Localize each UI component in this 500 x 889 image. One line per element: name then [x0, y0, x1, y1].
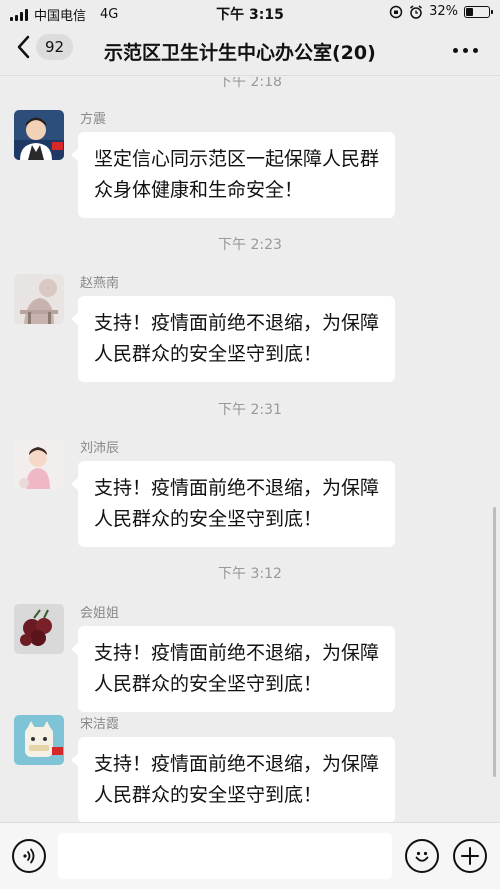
- message-text-line: 支持！疫情面前绝不退缩，为保障: [94, 477, 380, 499]
- timestamp: 下午 2:18: [218, 77, 282, 90]
- message-text-line: 人民群众的安全坚守到底！: [94, 343, 323, 365]
- chat-area[interactable]: 下午 2:18 方震 坚定信心同示范区一起保障人民群 众身体健康和生命安全！ 下…: [0, 77, 500, 822]
- message-text-line: 支持！疫情面前绝不退缩，为保障: [94, 753, 380, 775]
- back-button[interactable]: 92: [16, 34, 74, 60]
- sender-name: 会姐姐: [80, 606, 120, 621]
- sender-name: 方震: [80, 112, 107, 127]
- timestamp: 下午 2:31: [218, 402, 282, 418]
- message-text-line: 支持！疫情面前绝不退缩，为保障: [94, 642, 380, 664]
- chat-header: 92 示范区卫生计生中心办公室(20): [0, 26, 500, 76]
- orientation-lock-icon: [389, 5, 403, 18]
- emoji-icon: [415, 851, 429, 862]
- chat-title: 示范区卫生计生中心办公室(20): [104, 42, 376, 64]
- status-right: 32%: [389, 4, 493, 19]
- message-text-line: 坚定信心同示范区一起保障人民群: [94, 148, 380, 170]
- input-bar: [0, 822, 500, 889]
- message-text-line: 众身体健康和生命安全！: [94, 179, 304, 201]
- message-bubble[interactable]: 支持！疫情面前绝不退缩，为保障 人民群众的安全坚守到底！: [70, 737, 396, 822]
- alarm-icon: [410, 4, 423, 19]
- message-text-line: 人民群众的安全坚守到底！: [94, 508, 323, 530]
- sender-name: 宋洁霞: [80, 717, 120, 732]
- timestamp: 下午 2:23: [218, 237, 282, 253]
- message-bubble[interactable]: 支持！疫情面前绝不退缩，为保障 人民群众的安全坚守到底！: [70, 461, 396, 547]
- voice-icon: [23, 848, 35, 864]
- avatar[interactable]: [14, 715, 64, 765]
- avatar[interactable]: [14, 604, 64, 654]
- status-bar: 中国电信 4G 下午 3:15 32%: [0, 0, 500, 26]
- message-text-line: 人民群众的安全坚守到底！: [94, 673, 323, 695]
- message-bubble[interactable]: 支持！疫情面前绝不退缩，为保障 人民群众的安全坚守到底！: [70, 626, 396, 712]
- message-bubble[interactable]: 支持！疫情面前绝不退缩，为保障 人民群众的安全坚守到底！: [70, 296, 396, 382]
- battery-percent: 32%: [429, 4, 458, 19]
- chevron-left-icon: [17, 35, 30, 59]
- avatar[interactable]: [14, 110, 64, 160]
- scrollbar[interactable]: [493, 507, 496, 777]
- sender-name: 赵燕南: [80, 276, 120, 291]
- message-text-line: 支持！疫情面前绝不退缩，为保障: [94, 312, 380, 334]
- message-input[interactable]: [58, 833, 392, 879]
- battery-icon: [464, 5, 493, 18]
- more-dot: [463, 47, 468, 53]
- more-dots-icon: [453, 47, 458, 53]
- unread-count-badge: 92: [36, 34, 74, 60]
- more-dot: [473, 47, 478, 53]
- sender-name: 刘沛辰: [80, 441, 120, 456]
- avatar[interactable]: [14, 439, 64, 489]
- message-bubble[interactable]: 坚定信心同示范区一起保障人民群 众身体健康和生命安全！: [70, 132, 396, 218]
- message-text-line: 人民群众的安全坚守到底！: [94, 784, 323, 806]
- more-button[interactable]: [453, 40, 478, 60]
- plus-button[interactable]: [453, 839, 487, 873]
- avatar[interactable]: [14, 274, 64, 324]
- voice-button[interactable]: [12, 839, 46, 873]
- plus-icon: [461, 847, 479, 865]
- emoji-button[interactable]: [405, 839, 439, 873]
- timestamp: 下午 3:12: [218, 566, 282, 582]
